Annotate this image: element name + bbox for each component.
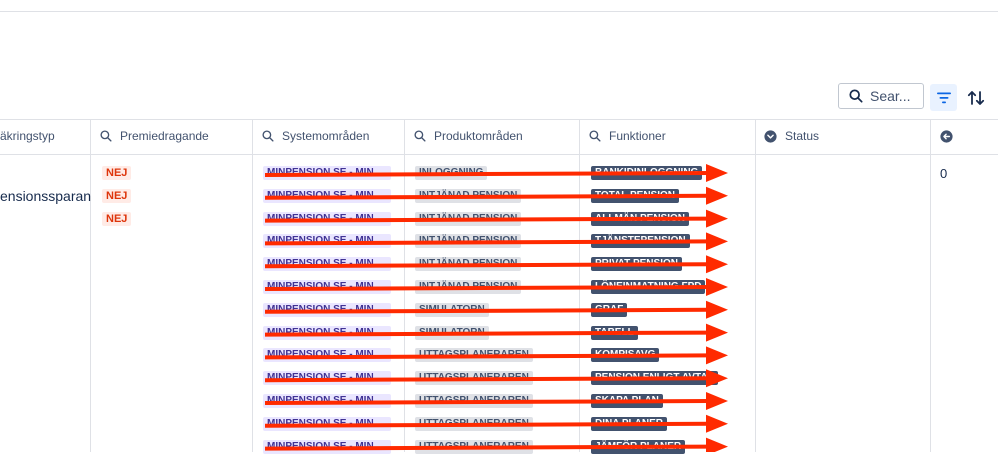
systemomrade-tag: MINPENSION.SE - MIN... [263,280,391,294]
produktomrade-tag: INLOGGNING [415,166,488,180]
funktion-tag: LÖNEINMATNING FPD [591,280,706,294]
produktomrade-tag: INTJÄNAD PENSION [415,280,522,294]
column-divider [90,119,91,452]
search-icon [262,130,274,142]
column-divider [930,119,931,452]
column-header-premiedragande[interactable]: Premiedragande [100,119,209,153]
column-divider [252,119,253,452]
produktomrade-tag: INTJÄNAD PENSION [415,188,522,203]
sort-icon [967,90,984,105]
premiedragande-badge: NEJ [102,212,132,226]
sort-button[interactable] [962,84,989,111]
systemomrade-tag: MINPENSION.SE - MIN... [263,234,391,249]
column-divider [579,119,580,452]
systemomrade-tag: MINPENSION.SE - MIN... [263,257,391,272]
systemomrade-tag: MINPENSION.SE - MIN... [263,416,391,431]
produktomrade-tag: INTJÄNAD PENSION [415,257,522,272]
search-icon [100,130,112,142]
funktion-tag: TABELL [591,325,638,340]
search-icon [414,130,426,142]
funktion-tag: ALLMÄN PENSION [591,211,689,226]
column-header-forsakringstyp[interactable]: äkringstyp [0,119,55,153]
column-header-produktomraden[interactable]: Produktområden [414,119,523,153]
top-divider [0,11,998,12]
produktomrade-tag: SIMULATORN [415,302,489,317]
funktion-tag: TOTAL PENSION [591,188,680,203]
funktion-tag: JÄMFÖR PLANER [591,439,686,454]
search-field[interactable] [838,83,924,109]
produktomrade-tag: UTTAGSPLANERAREN [415,416,533,431]
column-header-collapse[interactable] [940,119,961,153]
column-divider [404,119,405,452]
systemomrade-tag: MINPENSION.SE - MIN... [263,166,391,180]
systemomrade-tag: MINPENSION.SE - MIN... [263,394,391,408]
funktion-tag: SKAPA PLAN [591,394,663,408]
column-header-funktioner[interactable]: Funktioner [589,119,666,153]
funktion-tag: GRAF [591,302,628,317]
produktomrade-tag: UTTAGSPLANERAREN [415,439,533,454]
produktomrade-tag: UTTAGSPLANERAREN [415,348,533,363]
arrow-left-icon [940,129,953,143]
premiedragande-badge: NEJ [102,189,132,203]
produktomrade-tag: INTJÄNAD PENSION [415,234,522,249]
chevron-down-icon [764,129,777,143]
produktomrade-tag: SIMULATORN [415,325,489,340]
cell-last-value: 0 [940,166,948,181]
search-icon [589,130,601,142]
systemomrade-tag: MINPENSION.SE - MIN... [263,188,391,203]
search-icon [849,89,863,103]
premiedragande-badge: NEJ [102,166,132,180]
column-header-systemomraden[interactable]: Systemområden [262,119,369,153]
systemomrade-tag: MINPENSION.SE - MIN... [263,439,391,454]
column-header-status[interactable]: Status [764,119,819,153]
filter-icon [936,92,951,103]
cell-forsakringstyp: ensionssparan [0,188,92,204]
funktion-tag: PENSION ENLIGT AVTAL [591,371,718,386]
funktion-tag: BANKIDINLOGGNING [591,166,703,180]
funktion-tag: PRIVAT PENSION [591,257,682,272]
produktomrade-tag: INTJÄNAD PENSION [415,211,522,226]
systemomrade-tag: MINPENSION.SE - MIN... [263,371,391,386]
funktion-tag: TJÄNSTEPENSION [591,234,690,249]
funktion-tag: DINA PLANER [591,416,667,431]
systemomrade-tag: MINPENSION.SE - MIN... [263,348,391,363]
funktion-tag: KOMPISAVG [591,348,660,363]
search-input[interactable] [870,88,922,104]
systemomrade-tag: MINPENSION.SE - MIN... [263,211,391,226]
produktomrade-tag: UTTAGSPLANERAREN [415,394,533,408]
produktomrade-tag: UTTAGSPLANERAREN [415,371,533,386]
systemomrade-tag: MINPENSION.SE - MIN... [263,325,391,340]
filter-button[interactable] [930,84,957,111]
systemomrade-tag: MINPENSION.SE - MIN... [263,302,391,317]
column-divider [755,119,756,452]
